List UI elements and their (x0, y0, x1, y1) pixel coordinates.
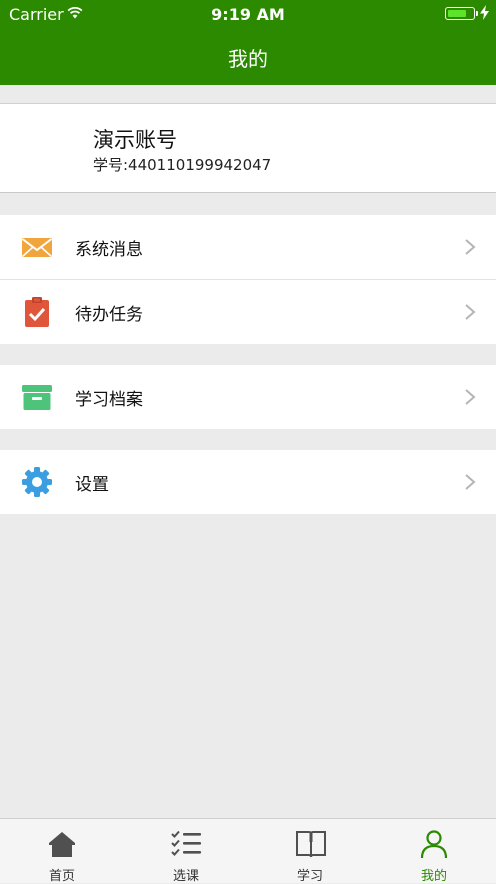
menu-item-learning-archive[interactable]: 学习档案 (0, 365, 496, 429)
envelope-icon (21, 238, 53, 258)
clipboard-check-icon (25, 297, 49, 327)
tab-label: 学习 (296, 869, 323, 884)
home-icon (49, 832, 75, 857)
menu-group-1: 系统消息 待办任务 (0, 215, 496, 344)
tab-study[interactable]: 学习 (248, 819, 372, 884)
page-title: 我的 (228, 47, 268, 71)
status-time: 9:19 AM (211, 5, 285, 24)
chevron-right-icon (465, 389, 476, 405)
checklist-icon (171, 830, 201, 856)
charging-bolt-icon (480, 5, 489, 20)
menu-group-2: 学习档案 (0, 365, 496, 429)
tab-home[interactable]: 首页 (0, 819, 124, 884)
menu-item-label: 设置 (75, 475, 109, 495)
book-icon (296, 831, 326, 858)
tab-course-selection[interactable]: 选课 (124, 819, 248, 884)
tab-bar: 首页 选课 学习 我的 (0, 818, 496, 884)
battery-icon (445, 7, 478, 20)
menu-item-system-messages[interactable]: 系统消息 (0, 215, 496, 279)
app-header: Carrier 9:19 AM 我的 (0, 0, 496, 85)
menu-item-label: 待办任务 (75, 305, 143, 325)
menu-item-label: 系统消息 (75, 240, 143, 260)
chevron-right-icon (465, 474, 476, 490)
menu-item-label: 学习档案 (75, 390, 143, 410)
profile-student-id: 学号:440110199942047 (93, 156, 272, 174)
user-icon (420, 830, 448, 859)
tab-label: 我的 (420, 869, 447, 884)
archive-drawer-icon (22, 385, 52, 410)
profile-card[interactable]: 演示账号 学号:440110199942047 (0, 103, 496, 193)
tab-mine[interactable]: 我的 (372, 819, 496, 884)
tab-label: 选课 (172, 869, 199, 884)
chevron-right-icon (465, 239, 476, 255)
gear-icon (22, 467, 52, 497)
tab-label: 首页 (48, 869, 75, 884)
profile-name: 演示账号 (93, 128, 177, 152)
status-bar: Carrier 9:19 AM (0, 0, 496, 28)
chevron-right-icon (465, 304, 476, 320)
menu-item-todo-tasks[interactable]: 待办任务 (0, 279, 496, 344)
menu-item-settings[interactable]: 设置 (0, 450, 496, 514)
menu-group-3: 设置 (0, 450, 496, 514)
